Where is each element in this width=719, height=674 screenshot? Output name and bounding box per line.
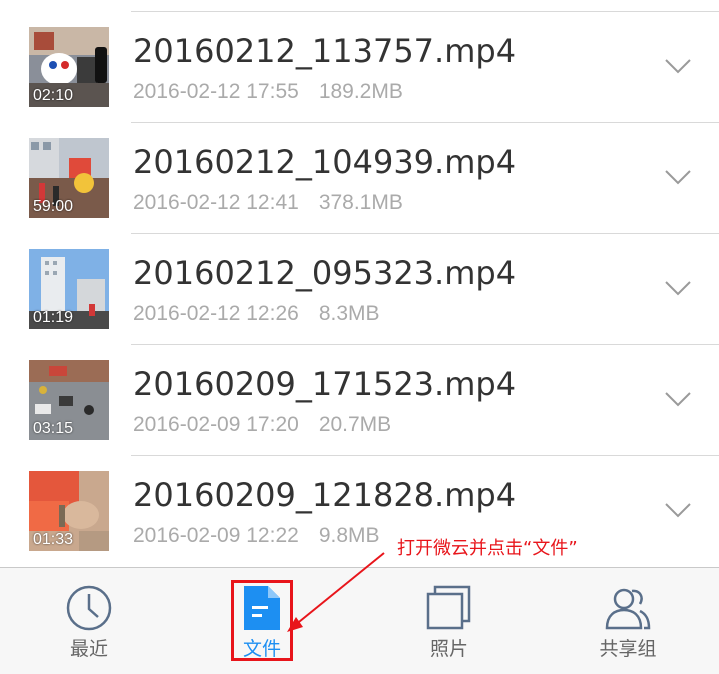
file-row[interactable]: 59:00 20160212_104939.mp4 2016-02-12 12:… [0, 111, 719, 222]
video-duration: 03:15 [33, 420, 74, 437]
row-divider [131, 344, 719, 345]
file-size: 20.7MB [318, 413, 392, 436]
video-thumbnail[interactable]: 01:19 [29, 249, 109, 329]
chevron-down-icon[interactable] [664, 168, 692, 186]
video-duration: 01:19 [33, 309, 74, 326]
video-thumbnail[interactable]: 03:15 [29, 360, 109, 440]
file-meta: 2016-02-09 12:22 9.8MB [133, 523, 380, 549]
file-date: 2016-02-12 12:26 [133, 302, 299, 325]
file-meta: 2016-02-09 17:20 20.7MB [133, 412, 391, 438]
file-date: 2016-02-09 17:20 [133, 413, 299, 436]
tab-label: 共享组 [599, 638, 657, 660]
video-duration: 02:10 [33, 87, 74, 104]
photos-icon [426, 585, 471, 630]
file-date: 2016-02-09 12:22 [133, 524, 299, 547]
file-list: 02:10 20160212_113757.mp4 2016-02-12 17:… [0, 0, 719, 567]
group-icon [605, 588, 651, 630]
file-row[interactable]: 02:10 20160212_113757.mp4 2016-02-12 17:… [0, 0, 719, 111]
file-meta: 2016-02-12 12:41 378.1MB [133, 190, 403, 216]
file-meta: 2016-02-12 17:55 189.2MB [133, 79, 403, 105]
file-size: 378.1MB [318, 191, 403, 214]
file-size: 8.3MB [318, 302, 380, 325]
row-divider [131, 11, 719, 12]
chevron-down-icon[interactable] [664, 279, 692, 297]
tab-label: 照片 [429, 638, 468, 660]
row-divider [131, 122, 719, 123]
file-date: 2016-02-12 12:41 [133, 191, 299, 214]
file-name: 20160212_095323.mp4 [133, 254, 517, 292]
video-duration: 59:00 [33, 198, 74, 215]
file-meta: 2016-02-12 12:26 8.3MB [133, 301, 380, 327]
chevron-down-icon[interactable] [664, 390, 692, 408]
chevron-down-icon[interactable] [664, 57, 692, 75]
bottom-tab-bar: 最近 文件 照片 共享组 [0, 567, 719, 674]
row-divider [131, 455, 719, 456]
file-row[interactable]: 03:15 20160209_171523.mp4 2016-02-09 17:… [0, 333, 719, 444]
file-date: 2016-02-12 17:55 [133, 80, 299, 103]
chevron-down-icon[interactable] [664, 501, 692, 519]
tab-shared-group[interactable]: 共享组 [568, 568, 688, 674]
tab-recent[interactable]: 最近 [29, 568, 149, 674]
file-name: 20160212_113757.mp4 [133, 32, 517, 70]
file-name: 20160212_104939.mp4 [133, 143, 517, 181]
file-name: 20160209_121828.mp4 [133, 476, 517, 514]
file-row[interactable]: 01:19 20160212_095323.mp4 2016-02-12 12:… [0, 222, 719, 333]
video-thumbnail[interactable]: 59:00 [29, 138, 109, 218]
video-thumbnail[interactable]: 01:33 [29, 471, 109, 551]
file-name: 20160209_171523.mp4 [133, 365, 517, 403]
tab-photos[interactable]: 照片 [389, 568, 509, 674]
video-duration: 01:33 [33, 531, 74, 548]
tab-label: 最近 [69, 638, 108, 660]
file-size: 9.8MB [318, 524, 380, 547]
video-thumbnail[interactable]: 02:10 [29, 27, 109, 107]
annotation-text: 打开微云并点击“文件” [397, 538, 578, 559]
file-row[interactable]: 01:33 20160209_121828.mp4 2016-02-09 12:… [0, 444, 719, 555]
row-divider [131, 233, 719, 234]
highlight-box [231, 580, 293, 661]
file-size: 189.2MB [318, 80, 403, 103]
clock-icon [66, 585, 112, 631]
